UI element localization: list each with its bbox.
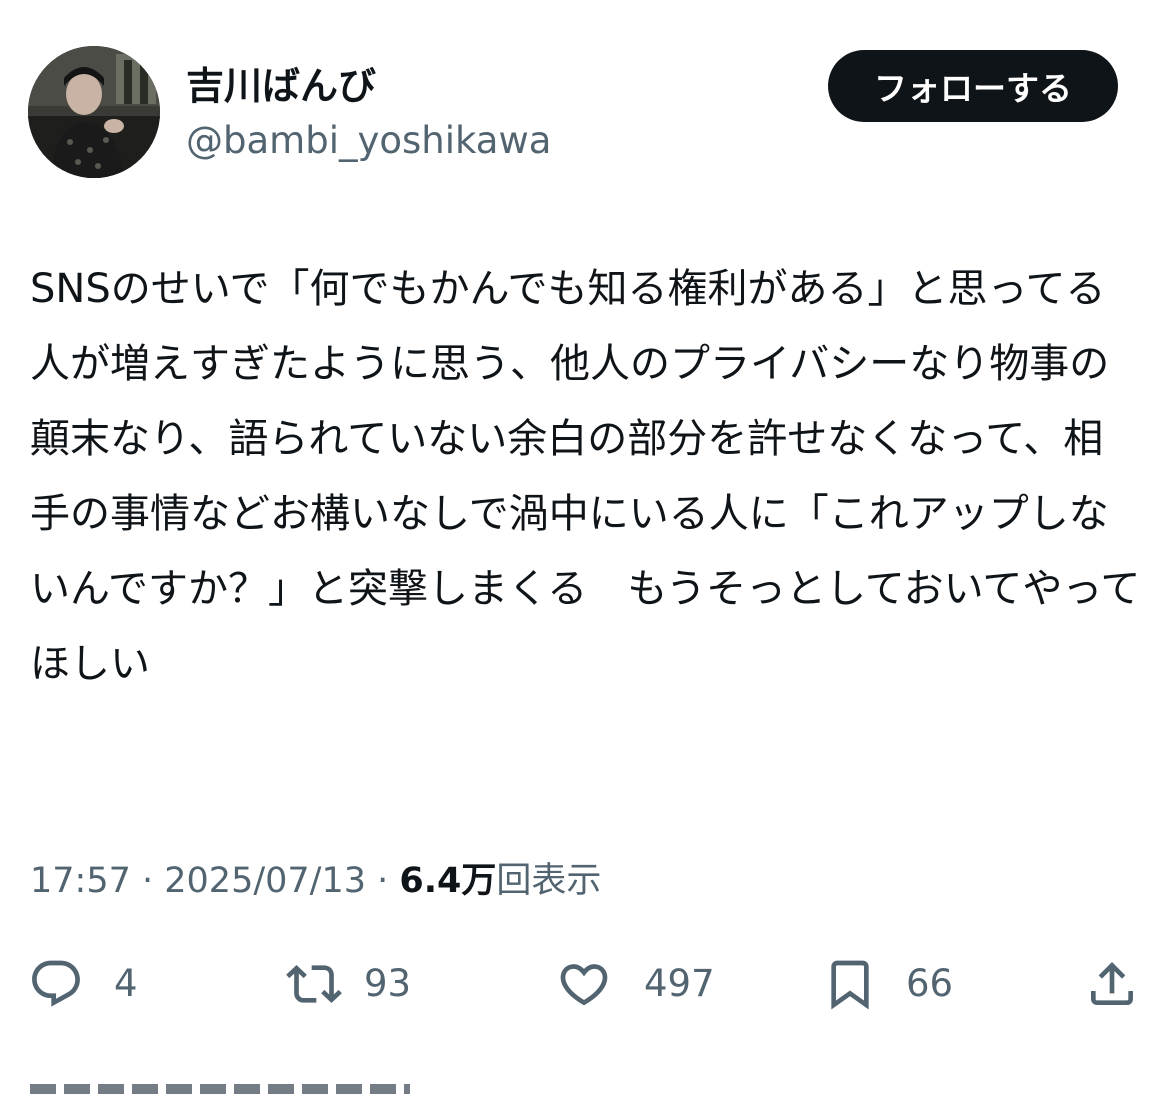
bookmark-icon: [822, 956, 878, 1012]
like-button[interactable]: 497: [556, 948, 715, 1020]
cutoff-content: [30, 1078, 410, 1098]
meta-separator: ·: [130, 861, 165, 901]
retweet-count: 93: [364, 962, 412, 1005]
heart-icon: [556, 956, 612, 1012]
views-count: 6.4万: [399, 861, 497, 901]
bookmark-count: 66: [906, 962, 954, 1005]
views-label: 回表示: [496, 861, 602, 901]
author-display-name[interactable]: 吉川ばんび: [186, 60, 376, 112]
share-icon: [1084, 956, 1140, 1012]
reply-button[interactable]: 4: [28, 948, 138, 1020]
share-button[interactable]: [1084, 948, 1140, 1020]
action-bar: 4 93 497 66: [0, 948, 1170, 1020]
meta-separator: ·: [366, 861, 400, 901]
avatar[interactable]: [28, 46, 160, 178]
tweet-text: SNSのせいで「何でもかんでも知る権利がある」と思ってる人が増えすぎたように思う…: [30, 266, 1141, 687]
cutoff-text-fragment: [30, 1084, 410, 1094]
tweet-date[interactable]: 2025/07/13: [164, 861, 366, 901]
author-handle[interactable]: @bambi_yoshikawa: [186, 116, 551, 166]
like-count: 497: [644, 962, 715, 1005]
follow-button[interactable]: フォローする: [828, 50, 1118, 122]
tweet-time[interactable]: 17:57: [30, 861, 131, 901]
reply-icon: [28, 956, 84, 1012]
tweet-meta: 17:57 · 2025/07/13 · 6.4万回表示: [30, 856, 601, 906]
retweet-icon: [286, 956, 342, 1012]
tweet-detail: 吉川ばんび @bambi_yoshikawa フォローする SNSのせいで「何で…: [0, 0, 1170, 1094]
reply-count: 4: [114, 962, 138, 1005]
bookmark-button[interactable]: 66: [822, 948, 953, 1020]
profile-photo-icon: [28, 46, 160, 178]
retweet-button[interactable]: 93: [286, 948, 411, 1020]
